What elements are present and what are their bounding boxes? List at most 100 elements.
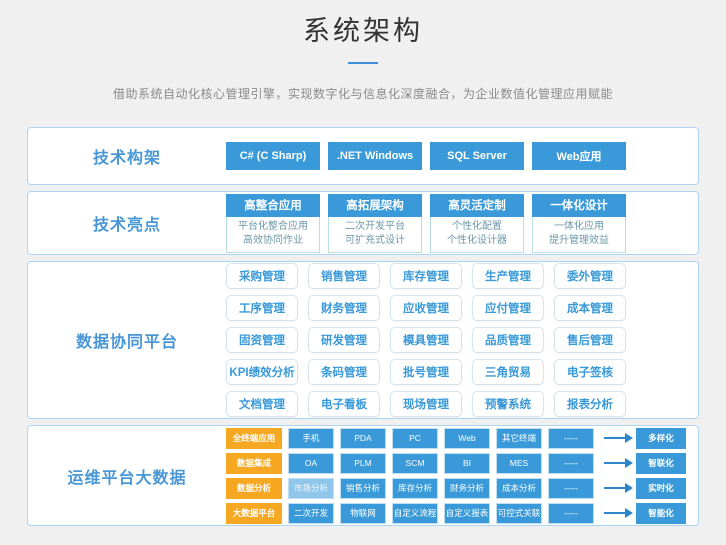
result-box: 智能化 (636, 503, 686, 524)
highlight-card-body: 平台化整合应用 高效协同作业 (226, 217, 320, 253)
flow-arrow-icon (604, 437, 626, 439)
node-box: Web (444, 428, 490, 449)
node-box: ----- (548, 503, 594, 524)
page-subtitle: 借助系统自动化核心管理引擎，实现数字化与信息化深度融合，为企业数值化管理应用赋能 (0, 85, 726, 102)
category-label: 数据分析 (226, 478, 282, 499)
highlight-card-body: 二次开发平台 可扩充式设计 (328, 217, 422, 253)
node-box: 财务分析 (444, 478, 490, 499)
module-button: 售后管理 (554, 327, 626, 353)
tech-button: SQL Server (430, 142, 524, 170)
module-grid-wrap: 采购管理 销售管理 库存管理 生产管理 委外管理 工序管理 财务管理 应收管理 … (226, 262, 698, 418)
system-architecture-page: 系统架构 借助系统自动化核心管理引擎，实现数字化与信息化深度融合，为企业数值化管… (0, 0, 726, 526)
module-button: 文档管理 (226, 391, 298, 417)
node-box: 手机 (288, 428, 334, 449)
module-button: 模具管理 (390, 327, 462, 353)
node-box: PC (392, 428, 438, 449)
node-box: 成本分析 (496, 478, 542, 499)
module-button: 应付管理 (472, 295, 544, 321)
module-button: 预警系统 (472, 391, 544, 417)
module-button: 成本管理 (554, 295, 626, 321)
highlight-cards: 高整合应用 平台化整合应用 高效协同作业 高拓展架构 二次开发平台 可扩充式设计… (226, 192, 698, 254)
node-box: ----- (548, 478, 594, 499)
node-box: 销售分析 (340, 478, 386, 499)
highlight-line: 平台化整合应用 (227, 220, 319, 234)
tech-button: .NET Windows (328, 142, 422, 170)
highlight-card: 一体化设计 一体化应用 提升管理效益 (532, 194, 626, 253)
category-label: 数据集成 (226, 453, 282, 474)
highlight-card: 高整合应用 平台化整合应用 高效协同作业 (226, 194, 320, 253)
highlight-card: 高灵活定制 个性化配置 个性化设计器 (430, 194, 524, 253)
section-bigdata: 运维平台大数据 全终端应用 手机 PDA PC Web 其它终端 ----- 多… (27, 425, 699, 526)
module-button: 固资管理 (226, 327, 298, 353)
sections-container: 技术构架 C# (C Sharp) .NET Windows SQL Serve… (27, 127, 699, 526)
module-button: 电子看板 (308, 391, 380, 417)
highlight-line: 二次开发平台 (329, 220, 421, 234)
module-button: 研发管理 (308, 327, 380, 353)
node-box: ----- (548, 428, 594, 449)
section-highlights: 技术亮点 高整合应用 平台化整合应用 高效协同作业 高拓展架构 二次开发平台 可… (27, 191, 699, 255)
bigdata-row: 数据分析 市场分析 销售分析 库存分析 财务分析 成本分析 ----- 实时化 (226, 478, 686, 499)
module-button: 生产管理 (472, 263, 544, 289)
bigdata-rows: 全终端应用 手机 PDA PC Web 其它终端 ----- 多样化 数据集成 … (226, 426, 698, 525)
section-tech-stack: 技术构架 C# (C Sharp) .NET Windows SQL Serve… (27, 127, 699, 185)
section-label-bigdata: 运维平台大数据 (28, 426, 226, 525)
bigdata-row: 全终端应用 手机 PDA PC Web 其它终端 ----- 多样化 (226, 428, 686, 449)
highlight-card-title: 高灵活定制 (430, 194, 524, 217)
node-box: BI (444, 453, 490, 474)
result-box: 实时化 (636, 478, 686, 499)
module-button: 工序管理 (226, 295, 298, 321)
highlight-line: 高效协同作业 (227, 234, 319, 248)
module-button: 采购管理 (226, 263, 298, 289)
highlight-card-body: 一体化应用 提升管理效益 (532, 217, 626, 253)
node-box: ----- (548, 453, 594, 474)
node-box: 二次开发 (288, 503, 334, 524)
node-box: 物联网 (340, 503, 386, 524)
highlight-card-title: 高拓展架构 (328, 194, 422, 217)
module-button: 财务管理 (308, 295, 380, 321)
flow-arrow-icon (604, 512, 626, 514)
node-box: 其它终端 (496, 428, 542, 449)
node-box: 自定义流程 (392, 503, 438, 524)
highlight-line: 个性化配置 (431, 220, 523, 234)
node-box: PDA (340, 428, 386, 449)
module-grid: 采购管理 销售管理 库存管理 生产管理 委外管理 工序管理 财务管理 应收管理 … (226, 263, 626, 417)
node-box: 自定义报表 (444, 503, 490, 524)
section-label-highlights: 技术亮点 (28, 192, 226, 254)
section-label-data-platform: 数据协同平台 (28, 262, 226, 418)
highlight-line: 可扩充式设计 (329, 234, 421, 248)
module-button: 批号管理 (390, 359, 462, 385)
highlight-card-title: 高整合应用 (226, 194, 320, 217)
flow-arrow-icon (604, 462, 626, 464)
module-button: KPI绩效分析 (226, 359, 298, 385)
module-button: 现场管理 (390, 391, 462, 417)
module-button: 委外管理 (554, 263, 626, 289)
module-button: 应收管理 (390, 295, 462, 321)
title-underline (348, 62, 378, 64)
node-box: 可控式关联 (496, 503, 542, 524)
result-box: 智联化 (636, 453, 686, 474)
highlight-line: 一体化应用 (533, 220, 625, 234)
highlight-line: 提升管理效益 (533, 234, 625, 248)
node-box: SCM (392, 453, 438, 474)
node-box: 库存分析 (392, 478, 438, 499)
result-box: 多样化 (636, 428, 686, 449)
highlight-line: 个性化设计器 (431, 234, 523, 248)
module-button: 三角贸易 (472, 359, 544, 385)
node-box: MES (496, 453, 542, 474)
module-button: 品质管理 (472, 327, 544, 353)
tech-button: Web应用 (532, 142, 626, 170)
section-label-tech-stack: 技术构架 (28, 128, 226, 184)
module-button: 条码管理 (308, 359, 380, 385)
highlight-card: 高拓展架构 二次开发平台 可扩充式设计 (328, 194, 422, 253)
node-box: 市场分析 (288, 478, 334, 499)
bigdata-row: 数据集成 OA PLM SCM BI MES ----- 智联化 (226, 453, 686, 474)
module-button: 电子签核 (554, 359, 626, 385)
category-label: 全终端应用 (226, 428, 282, 449)
category-label: 大数据平台 (226, 503, 282, 524)
page-title: 系统架构 (0, 13, 726, 49)
tech-button: C# (C Sharp) (226, 142, 320, 170)
module-button: 销售管理 (308, 263, 380, 289)
tech-stack-buttons: C# (C Sharp) .NET Windows SQL Server Web… (226, 128, 698, 184)
bigdata-row: 大数据平台 二次开发 物联网 自定义流程 自定义报表 可控式关联 ----- 智… (226, 503, 686, 524)
module-button: 报表分析 (554, 391, 626, 417)
